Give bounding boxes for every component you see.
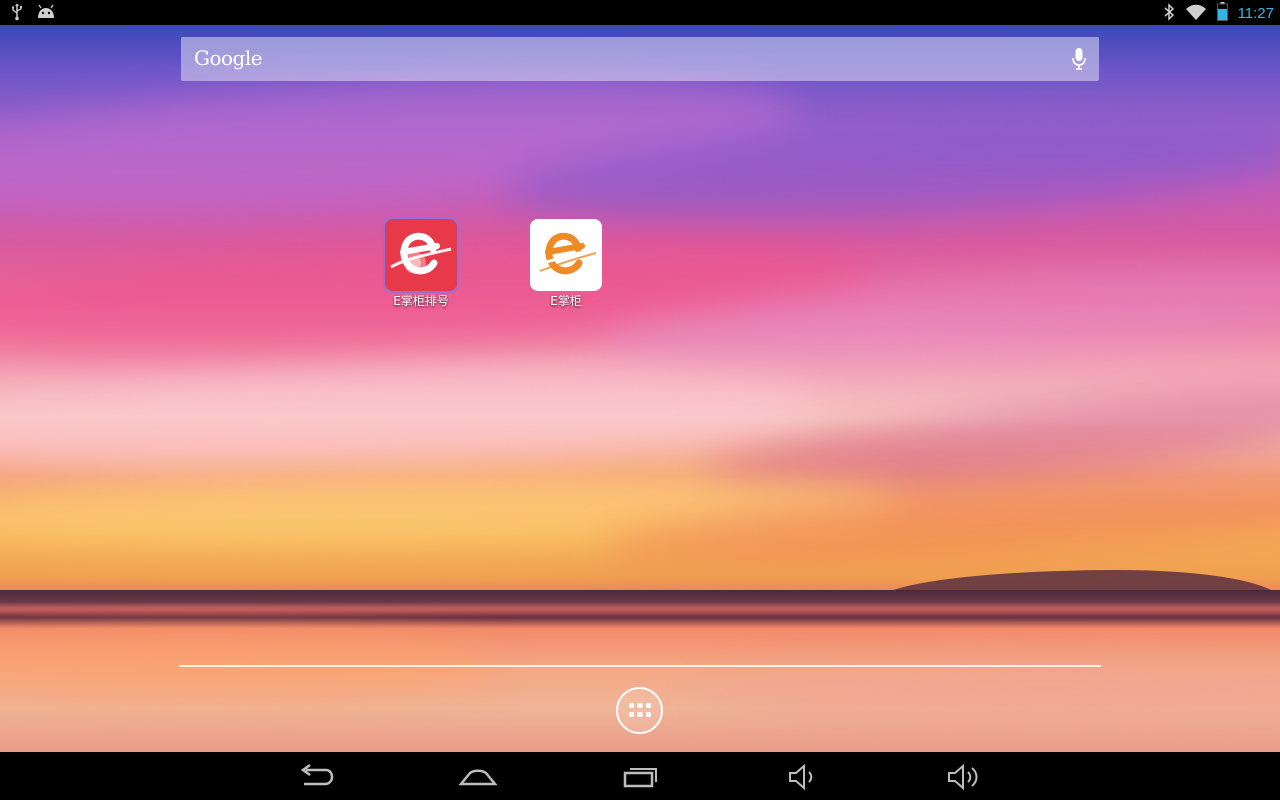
- dock-divider: [179, 665, 1101, 667]
- horizon-line: [0, 590, 1280, 610]
- usb-icon: [10, 3, 24, 25]
- app-label-e-queue: E掌柜排号: [393, 294, 449, 308]
- bluetooth-icon: [1163, 2, 1175, 25]
- wifi-icon: [1185, 3, 1207, 25]
- battery-icon: [1216, 2, 1228, 25]
- e-queue-app-icon[interactable]: [385, 219, 457, 291]
- clock: 11:27: [1237, 5, 1274, 22]
- all-apps-button[interactable]: [616, 687, 663, 734]
- mic-icon[interactable]: [1071, 47, 1087, 75]
- volume-down-icon[interactable]: [787, 763, 819, 794]
- status-bar: 11:27: [0, 0, 1280, 25]
- android-debug-icon: [36, 4, 56, 24]
- recent-apps-icon[interactable]: [622, 764, 660, 794]
- all-apps-icon: [628, 701, 652, 725]
- e-store-app-icon[interactable]: [530, 219, 602, 291]
- back-icon[interactable]: [298, 763, 334, 794]
- app-e-queue[interactable]: E掌柜排号: [366, 219, 476, 309]
- navigation-bar: [0, 752, 1280, 800]
- google-logo[interactable]: Google: [194, 46, 263, 70]
- google-search-bar[interactable]: Google: [181, 37, 1099, 81]
- home-icon[interactable]: [458, 764, 498, 794]
- app-label-e-store: E掌柜: [550, 294, 582, 308]
- volume-up-icon[interactable]: [946, 763, 982, 794]
- app-e-store[interactable]: E掌柜: [511, 219, 621, 309]
- wallpaper: [0, 25, 1280, 752]
